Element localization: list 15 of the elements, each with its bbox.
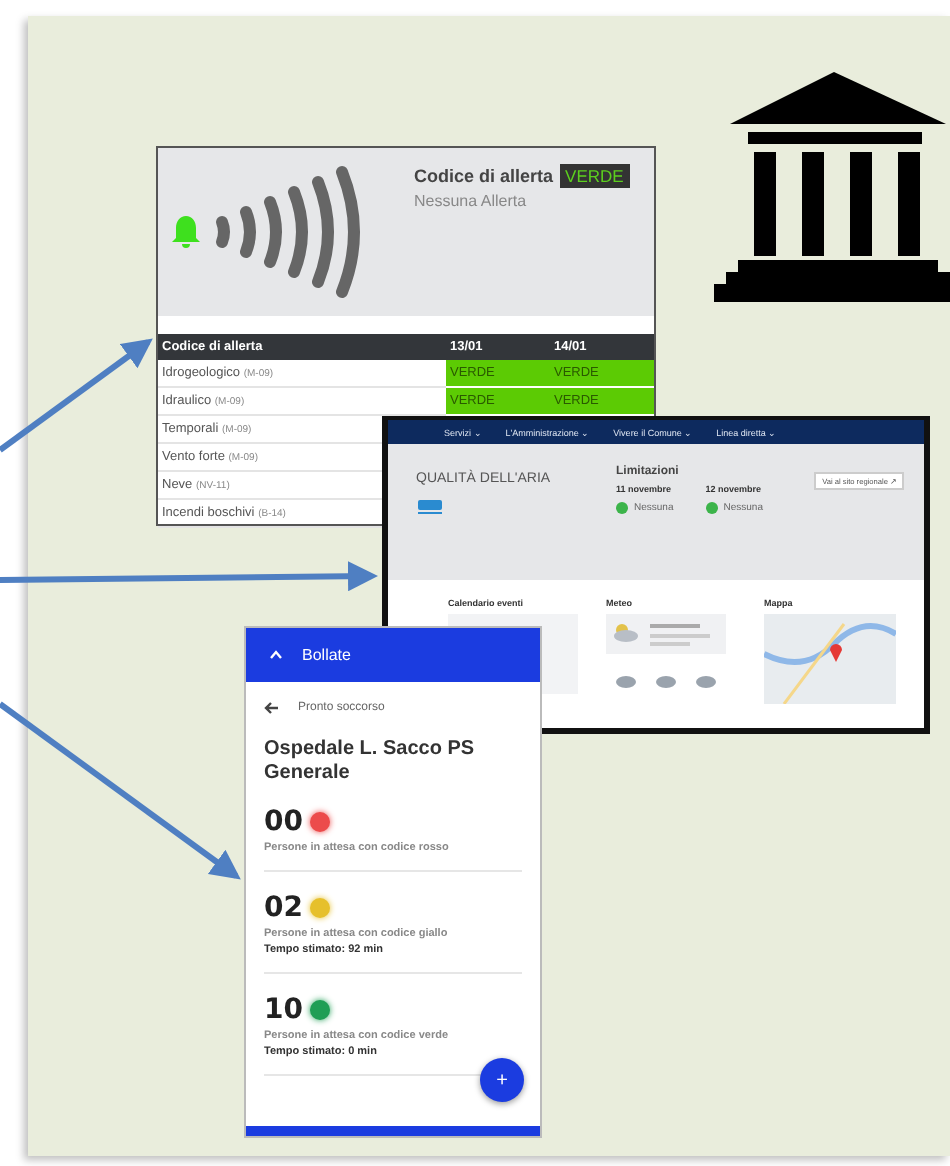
logo-icon (418, 500, 442, 516)
add-button[interactable]: + (480, 1058, 524, 1102)
chevron-up-icon (270, 650, 282, 660)
alert-subtitle: Nessuna Allerta (414, 192, 529, 210)
app-header-title: Bollate (302, 646, 351, 664)
bell-icon (170, 214, 202, 250)
waiting-count: 10 (264, 994, 303, 1026)
back-arrow-icon[interactable] (264, 702, 278, 714)
building-icon (714, 72, 950, 302)
waiting-count: 00 (264, 806, 303, 838)
hospital-name: Ospedale L. Sacco PS Generale (264, 738, 477, 786)
alert-title: Codice di allerta (414, 166, 554, 186)
waiting-count: 02 (264, 892, 303, 924)
map-drawing (764, 614, 896, 704)
alert-level-badge: VERDE (559, 164, 630, 188)
